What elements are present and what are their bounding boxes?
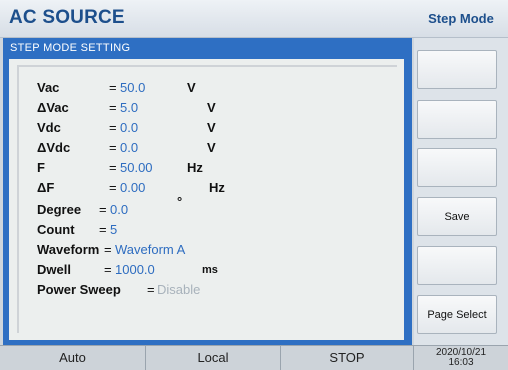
field-unit: V bbox=[207, 140, 216, 155]
settings-panel: STEP MODE SETTING Vac = 50.0 V ΔVac = 5.… bbox=[3, 38, 412, 345]
field-label: Dwell bbox=[37, 262, 71, 277]
field-equals: = bbox=[99, 222, 107, 237]
field-value[interactable]: 0.0 bbox=[120, 119, 138, 137]
field-label: ΔF bbox=[37, 180, 55, 195]
field-area: Vac = 50.0 V ΔVac = 5.0 V Vdc = 0.0 V ΔV… bbox=[17, 65, 397, 333]
field-label: ΔVac bbox=[37, 100, 69, 115]
field-label: Count bbox=[37, 222, 75, 237]
app-title: AC SOURCE bbox=[9, 7, 125, 28]
field-unit: Hz bbox=[209, 180, 225, 195]
field-label: F bbox=[37, 160, 45, 175]
field-value[interactable]: 50.0 bbox=[120, 79, 145, 97]
clock: 2020/10/21 16:03 bbox=[414, 346, 508, 370]
field-value[interactable]: 0.0 bbox=[120, 139, 138, 157]
softkey-1[interactable] bbox=[417, 50, 497, 89]
field-value[interactable]: 50.00 bbox=[120, 159, 153, 177]
status-auto: Auto bbox=[0, 346, 146, 370]
status-local: Local bbox=[146, 346, 281, 370]
panel-title: STEP MODE SETTING bbox=[10, 42, 131, 54]
softkey-2[interactable] bbox=[417, 100, 497, 139]
field-value[interactable]: 0.0 bbox=[110, 201, 128, 219]
panel-body: Vac = 50.0 V ΔVac = 5.0 V Vdc = 0.0 V ΔV… bbox=[9, 59, 404, 340]
status-stop: STOP bbox=[281, 346, 414, 370]
field-unit: V bbox=[187, 80, 196, 95]
field-equals: = bbox=[109, 180, 117, 195]
field-equals: = bbox=[99, 202, 107, 217]
field-equals: = bbox=[147, 282, 155, 297]
field-value[interactable]: Disable bbox=[157, 281, 200, 299]
field-equals: = bbox=[109, 140, 117, 155]
field-value[interactable]: Waveform A bbox=[115, 241, 185, 259]
field-value[interactable]: 5.0 bbox=[120, 99, 138, 117]
field-value[interactable]: 1000.0 bbox=[115, 261, 155, 279]
field-label: Vdc bbox=[37, 120, 61, 135]
field-label: Degree bbox=[37, 202, 82, 217]
status-bar: Auto Local STOP 2020/10/21 16:03 bbox=[0, 345, 508, 370]
field-unit: Hz bbox=[187, 160, 203, 175]
field-label: Waveform bbox=[37, 242, 100, 257]
field-unit: V bbox=[207, 120, 216, 135]
field-unit: ms bbox=[202, 264, 218, 276]
softkey-3[interactable] bbox=[417, 148, 497, 187]
page-select-button[interactable]: Page Select bbox=[417, 295, 497, 334]
field-value[interactable]: 0.00 bbox=[120, 179, 145, 197]
field-unit: V bbox=[207, 100, 216, 115]
field-equals: = bbox=[109, 120, 117, 135]
field-label: Power Sweep bbox=[37, 282, 121, 297]
field-equals: = bbox=[109, 100, 117, 115]
title-bar: AC SOURCE bbox=[0, 0, 414, 38]
field-equals: = bbox=[109, 160, 117, 175]
field-equals: = bbox=[104, 242, 112, 257]
field-label: ΔVdc bbox=[37, 140, 71, 155]
field-equals: = bbox=[109, 80, 117, 95]
field-unit: ° bbox=[177, 194, 183, 209]
save-button[interactable]: Save bbox=[417, 197, 497, 236]
field-equals: = bbox=[104, 262, 112, 277]
softkey-5[interactable] bbox=[417, 246, 497, 285]
softkey-panel: Step Mode Save Page Select bbox=[414, 0, 508, 345]
mode-title: Step Mode bbox=[414, 0, 508, 38]
clock-time: 16:03 bbox=[448, 357, 474, 368]
field-value[interactable]: 5 bbox=[110, 221, 117, 239]
field-label: Vac bbox=[37, 80, 60, 95]
